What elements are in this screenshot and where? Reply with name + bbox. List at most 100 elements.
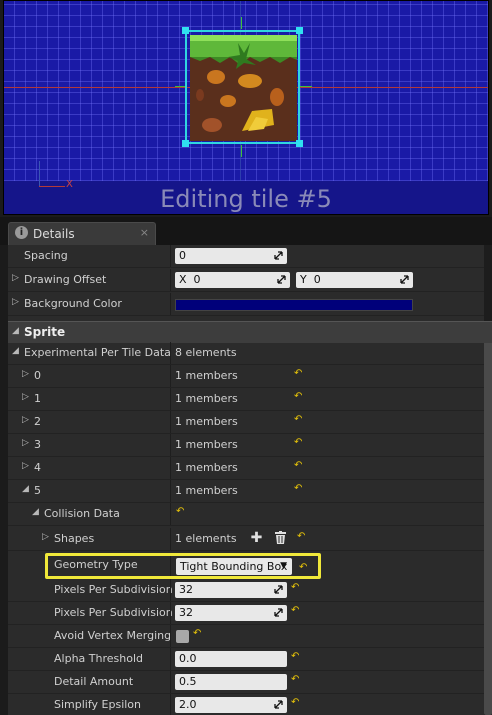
resize-handle-bottom-right[interactable] [296,140,303,147]
property-row-alpha-threshold: Alpha Threshold 0.0 ↶ [8,648,484,671]
property-row-experimental[interactable]: ◢ Experimental Per Tile Data 8 elements [8,342,484,365]
array-item-1[interactable]: ▷ 1 1 members ↶ [8,388,484,411]
array-item-value: 1 members [175,438,238,451]
drawing-offset-y-input[interactable]: Y 0 [296,272,413,288]
reset-arrow-icon[interactable]: ↶ [294,461,304,471]
triangle-right-icon[interactable]: ▷ [22,438,29,448]
triangle-right-icon[interactable]: ▷ [22,392,29,402]
close-icon[interactable]: × [140,226,149,239]
plus-icon[interactable]: ✚ [249,531,264,546]
alpha-threshold-label: Alpha Threshold [54,652,143,665]
reset-arrow-icon[interactable]: ↶ [294,392,304,402]
property-row-detail-amount: Detail Amount 0.5 ↶ [8,671,484,694]
array-item-value: 1 members [175,369,238,382]
pixels-per-subdivision-label: Pixels Per Subdivision [54,583,173,596]
array-item-label: 2 [34,415,41,428]
tab-details-label: Details [33,227,75,241]
drawing-offset-label: Drawing Offset [24,273,107,286]
simplify-epsilon-value: 2.0 [179,698,197,711]
tab-details[interactable]: i Details × [8,222,156,245]
reset-arrow-icon[interactable]: ↶ [294,415,304,425]
triangle-down-icon[interactable]: ◢ [32,507,39,517]
array-item-value: 1 members [175,392,238,405]
property-row-background-color[interactable]: ▷ Background Color [8,293,484,316]
geometry-type-highlight-box [45,553,321,579]
drawing-offset-y-value: 0 [313,273,321,286]
property-row-shapes[interactable]: ▷ Shapes 1 elements ✚ ↶ [8,528,484,551]
reset-arrow-icon[interactable]: ↶ [294,438,304,448]
section-sprite-header[interactable]: ◢ Sprite [8,321,492,343]
reset-arrow-icon[interactable]: ↶ [291,583,301,593]
detail-amount-label: Detail Amount [54,675,134,688]
triangle-right-icon[interactable]: ▷ [42,532,49,542]
avoid-vertex-merging-label: Avoid Vertex Merging [54,629,172,642]
resize-handle-bottom-left[interactable] [182,140,189,147]
property-row-collision-data[interactable]: ◢ Collision Data ↶ [8,503,484,526]
triangle-right-icon[interactable]: ▷ [12,273,19,283]
x-prefix: X [179,273,187,286]
array-item-2[interactable]: ▷ 2 1 members ↶ [8,411,484,434]
reset-arrow-icon[interactable]: ↶ [291,606,301,616]
resize-handle-top-left[interactable] [182,27,189,34]
triangle-right-icon[interactable]: ▷ [22,369,29,379]
reset-arrow-icon[interactable]: ↶ [294,369,304,379]
reset-arrow-icon[interactable]: ↶ [291,652,301,662]
property-row-spacing: Spacing 0 [8,245,484,268]
shapes-label: Shapes [54,532,95,545]
reset-arrow-icon[interactable]: ↶ [291,698,301,708]
spacing-value: 0 [179,249,186,262]
property-row-simplify-epsilon: Simplify Epsilon 2.0 ↶ [8,694,484,715]
triangle-right-icon[interactable]: ▷ [22,461,29,471]
background-color-swatch[interactable] [175,299,413,311]
tile-editor-viewport[interactable]: X Editing tile #5 [3,0,489,215]
details-tab-bar: i Details × [0,217,492,245]
editing-tile-label: Editing tile #5 [160,185,332,213]
array-item-5[interactable]: ◢ 5 1 members ↶ [8,480,484,503]
avoid-vertex-merging-checkbox[interactable] [176,630,189,643]
triangle-right-icon[interactable]: ▷ [12,297,19,307]
alpha-threshold-input[interactable]: 0.0 [175,651,287,667]
scrollbar-thumb[interactable] [484,337,492,715]
pixels-per-subdivision-input[interactable]: 32 [175,582,287,598]
drag-arrows-icon [274,585,283,594]
reset-arrow-icon[interactable]: ↶ [291,675,301,685]
array-item-3[interactable]: ▷ 3 1 members ↶ [8,434,484,457]
resize-handle-top-right[interactable] [296,27,303,34]
triangle-down-icon[interactable]: ◢ [22,484,29,494]
detail-amount-value: 0.5 [179,675,197,688]
drag-arrows-icon [274,608,283,617]
pixels-per-subdivision-input[interactable]: 32 [175,605,287,621]
triangle-down-icon[interactable]: ◢ [12,326,19,336]
property-row-avoid-vertex-merging: Avoid Vertex Merging ↶ [8,625,484,648]
shapes-value: 1 elements [175,532,237,545]
property-row-pixels-per-subdivision-1: Pixels Per Subdivision 32 ↶ [8,579,484,602]
reset-arrow-icon[interactable]: ↶ [176,507,186,517]
pivot-guide-bottom [241,145,242,157]
simplify-epsilon-label: Simplify Epsilon [54,698,142,711]
triangle-right-icon[interactable]: ▷ [22,415,29,425]
drawing-offset-x-input[interactable]: X 0 [175,272,290,288]
array-item-label: 5 [34,484,41,497]
reset-arrow-icon[interactable]: ↶ [297,532,307,542]
drawing-offset-x-value: 0 [193,273,201,286]
array-item-4[interactable]: ▷ 4 1 members ↶ [8,457,484,480]
simplify-epsilon-input[interactable]: 2.0 [175,697,287,713]
info-icon: i [15,226,28,239]
pixels-per-subdivision-label: Pixels Per Subdivision [54,606,173,619]
property-row-drawing-offset[interactable]: ▷ Drawing Offset X 0 Y 0 [8,269,484,292]
triangle-down-icon[interactable]: ◢ [12,346,19,356]
tile-selection-frame[interactable] [182,27,303,147]
array-item-value: 1 members [175,461,238,474]
details-panel: Spacing 0 ▷ Drawing Offset X 0 Y 0 ▷ Bac… [8,245,492,715]
background-color-label: Background Color [24,297,122,310]
axis-gizmo-y [39,161,40,187]
collision-data-label: Collision Data [44,507,120,520]
drag-arrows-icon [277,275,286,284]
drag-arrows-icon [400,275,409,284]
detail-amount-input[interactable]: 0.5 [175,674,287,690]
array-item-0[interactable]: ▷ 0 1 members ↶ [8,365,484,388]
reset-arrow-icon[interactable]: ↶ [193,629,203,639]
trash-icon[interactable] [273,531,288,546]
spacing-input[interactable]: 0 [175,248,287,264]
reset-arrow-icon[interactable]: ↶ [294,484,304,494]
